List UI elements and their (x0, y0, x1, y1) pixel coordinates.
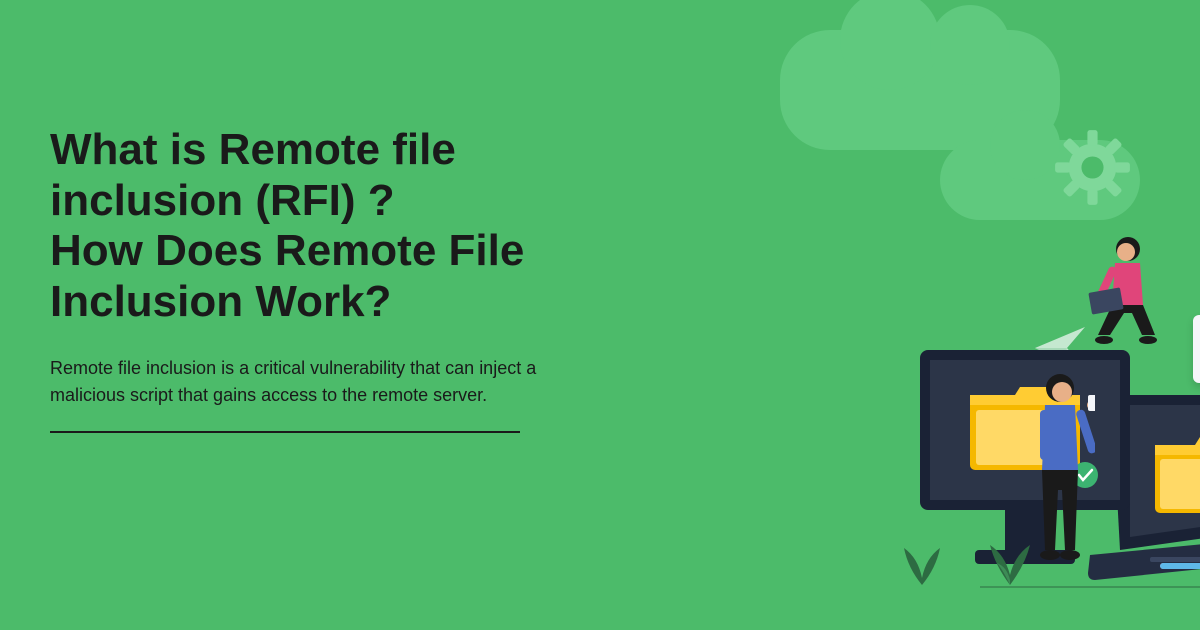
title-line: How Does Remote File (50, 226, 524, 275)
plant-icon (900, 540, 945, 590)
text-content-block: What is Remote file inclusion (RFI) ? Ho… (50, 125, 570, 433)
title-line: What is Remote file (50, 125, 456, 174)
title-line: inclusion (RFI) ? (50, 176, 395, 225)
document-icon (1193, 315, 1200, 383)
title-line: Inclusion Work? (50, 277, 391, 326)
ground-line (980, 586, 1200, 588)
page-title: What is Remote file inclusion (RFI) ? Ho… (50, 125, 570, 327)
illustration-area (480, 0, 1200, 630)
gear-icon (1050, 125, 1135, 210)
person-sitting-icon (1080, 235, 1170, 350)
divider-line (50, 431, 520, 433)
description-text: Remote file inclusion is a critical vuln… (50, 355, 570, 409)
plant-icon (985, 535, 1035, 590)
